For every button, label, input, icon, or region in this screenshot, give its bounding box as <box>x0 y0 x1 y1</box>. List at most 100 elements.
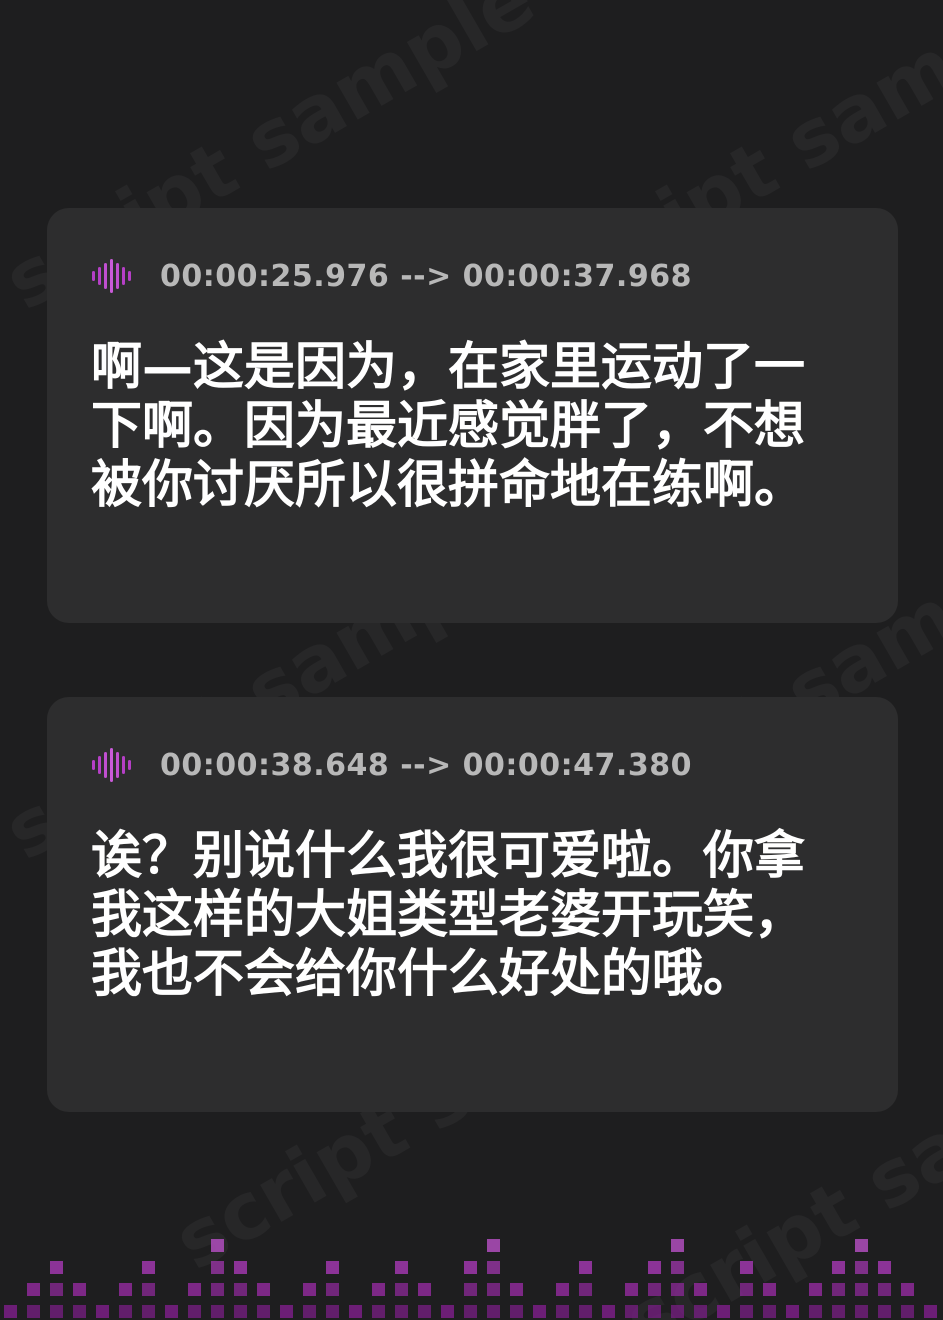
equalizer-bars <box>4 1239 937 1318</box>
equalizer-cell <box>464 1283 477 1296</box>
equalizer-cell <box>73 1305 86 1318</box>
timestamp: 00:00:38.648 --> 00:00:47.380 <box>160 747 692 783</box>
timestamp: 00:00:25.976 --> 00:00:37.968 <box>160 258 692 294</box>
equalizer-cell <box>27 1305 40 1318</box>
equalizer-cell <box>257 1305 270 1318</box>
equalizer-cell <box>303 1283 316 1296</box>
equalizer-cell <box>763 1283 776 1296</box>
equalizer-cell <box>211 1305 224 1318</box>
equalizer-cell <box>579 1261 592 1274</box>
equalizer-cell <box>50 1283 63 1296</box>
equalizer-cell <box>4 1305 17 1318</box>
equalizer-cell <box>533 1305 546 1318</box>
equalizer-cell <box>326 1283 339 1296</box>
subtitle-line: 下啊。因为最近感觉胖了，不想 <box>91 397 806 456</box>
equalizer-cell <box>418 1283 431 1296</box>
equalizer-cell <box>464 1305 477 1318</box>
equalizer-cell <box>280 1305 293 1318</box>
equalizer-cell <box>119 1305 132 1318</box>
timestamp-row: 00:00:38.648 --> 00:00:47.380 <box>90 747 692 783</box>
equalizer-cell <box>671 1305 684 1318</box>
equalizer-cell <box>257 1283 270 1296</box>
equalizer-cell <box>648 1283 661 1296</box>
equalizer-cell <box>671 1239 684 1252</box>
equalizer-cell <box>832 1305 845 1318</box>
subtitle-card: 00:00:38.648 --> 00:00:47.380 诶？别说什么我很可爱… <box>47 697 898 1112</box>
equalizer-cell <box>188 1305 201 1318</box>
equalizer-cell <box>878 1261 891 1274</box>
equalizer-cell <box>901 1283 914 1296</box>
equalizer-cell <box>648 1261 661 1274</box>
subtitle-line: 啊—这是因为，在家里运动了一 <box>91 338 806 397</box>
equalizer-cell <box>50 1261 63 1274</box>
equalizer-cell <box>395 1305 408 1318</box>
equalizer-cell <box>625 1283 638 1296</box>
equalizer-cell <box>786 1305 799 1318</box>
equalizer-cell <box>694 1305 707 1318</box>
equalizer-cell <box>326 1261 339 1274</box>
timestamp-row: 00:00:25.976 --> 00:00:37.968 <box>90 258 692 294</box>
equalizer-cell <box>556 1283 569 1296</box>
equalizer-cell <box>717 1305 730 1318</box>
audio-wave-icon <box>92 748 131 782</box>
equalizer-cell <box>73 1283 86 1296</box>
subtitle-line: 我这样的大姐类型老婆开玩笑， <box>91 886 806 945</box>
equalizer-cell <box>441 1305 454 1318</box>
equalizer-cell <box>740 1261 753 1274</box>
equalizer-cell <box>234 1283 247 1296</box>
audio-wave-icon <box>92 259 131 293</box>
equalizer-cell <box>694 1283 707 1296</box>
equalizer-cell <box>648 1305 661 1318</box>
equalizer-cell <box>27 1283 40 1296</box>
subtitle-line: 我也不会给你什么好处的哦。 <box>91 945 755 1004</box>
equalizer-cell <box>464 1261 477 1274</box>
equalizer-cell <box>924 1305 937 1318</box>
equalizer-cell <box>556 1305 569 1318</box>
equalizer-cell <box>487 1239 500 1252</box>
watermark-layer: script sample script sample script sampl… <box>0 0 943 1320</box>
equalizer-cell <box>855 1305 868 1318</box>
equalizer-cell <box>96 1305 109 1318</box>
equalizer-cell <box>418 1305 431 1318</box>
equalizer-cell <box>142 1261 155 1274</box>
subtitle-text: 诶？别说什么我很可爱啦。你拿 我这样的大姐类型老婆开玩笑， 我也不会给你什么好处… <box>91 827 871 1004</box>
equalizer-cell <box>487 1305 500 1318</box>
equalizer-cell <box>349 1305 362 1318</box>
equalizer-cell <box>326 1305 339 1318</box>
equalizer-cell <box>211 1239 224 1252</box>
subtitle-text: 啊—这是因为，在家里运动了一 下啊。因为最近感觉胖了，不想 被你讨厌所以很拼命地… <box>91 338 871 515</box>
equalizer-cell <box>809 1283 822 1296</box>
equalizer-cell <box>510 1305 523 1318</box>
subtitle-card: 00:00:25.976 --> 00:00:37.968 啊—这是因为，在家里… <box>47 208 898 623</box>
equalizer-cell <box>740 1305 753 1318</box>
subtitle-line: 被你讨厌所以很拼命地在练啊。 <box>91 456 806 515</box>
equalizer-cell <box>211 1261 224 1274</box>
equalizer-cell <box>901 1305 914 1318</box>
equalizer-cell <box>234 1305 247 1318</box>
equalizer-cell <box>809 1305 822 1318</box>
equalizer-cell <box>165 1305 178 1318</box>
equalizer-cell <box>878 1305 891 1318</box>
equalizer-cell <box>188 1283 201 1296</box>
equalizer-cell <box>234 1261 247 1274</box>
equalizer-cell <box>395 1261 408 1274</box>
equalizer-cell <box>671 1283 684 1296</box>
equalizer-cell <box>487 1283 500 1296</box>
equalizer-cell <box>142 1305 155 1318</box>
equalizer-cell <box>579 1283 592 1296</box>
equalizer-cell <box>211 1283 224 1296</box>
equalizer-cell <box>832 1261 845 1274</box>
equalizer-cell <box>855 1283 868 1296</box>
equalizer-cell <box>671 1261 684 1274</box>
equalizer-cell <box>855 1261 868 1274</box>
equalizer-cell <box>142 1283 155 1296</box>
equalizer-cell <box>740 1283 753 1296</box>
equalizer-cell <box>878 1283 891 1296</box>
equalizer-cell <box>855 1239 868 1252</box>
subtitle-line: 诶？别说什么我很可爱啦。你拿 <box>91 827 806 886</box>
equalizer-cell <box>372 1283 385 1296</box>
equalizer-cell <box>763 1305 776 1318</box>
equalizer-cell <box>832 1283 845 1296</box>
equalizer-cell <box>119 1283 132 1296</box>
equalizer-cell <box>579 1305 592 1318</box>
